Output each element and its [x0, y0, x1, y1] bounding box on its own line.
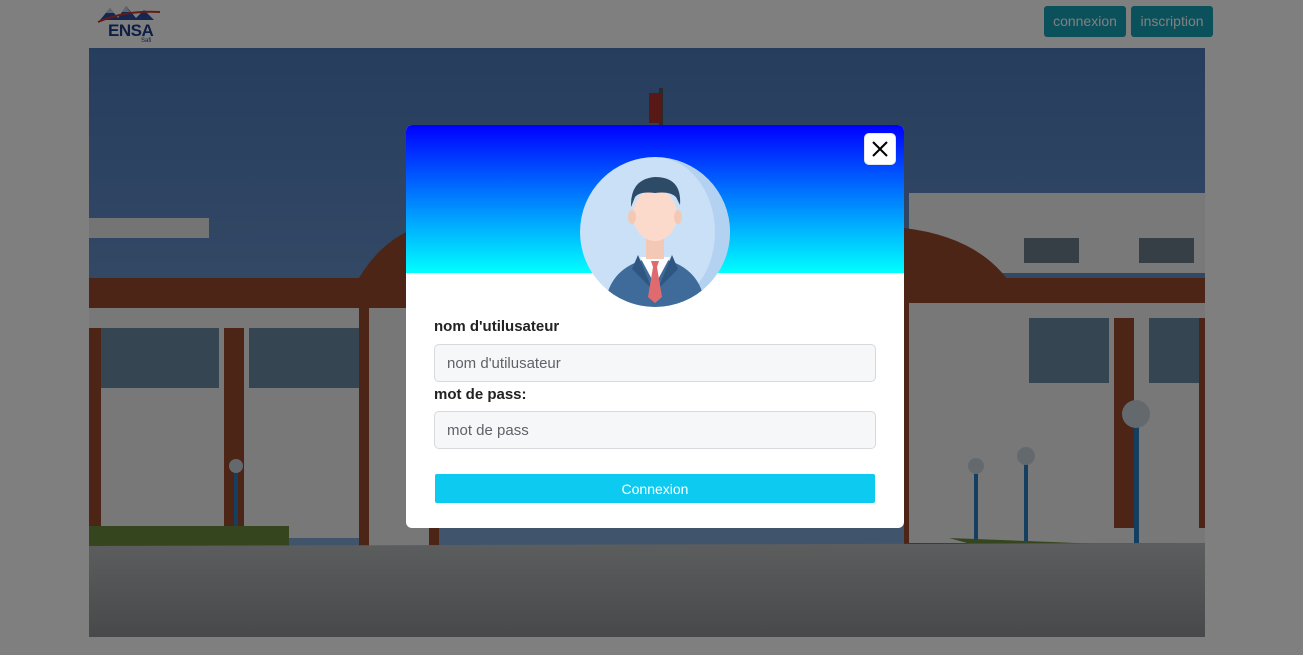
password-label: mot de pass:: [434, 386, 527, 403]
submit-login-button[interactable]: Connexion: [435, 474, 875, 503]
close-icon: [872, 141, 888, 157]
username-input[interactable]: [434, 344, 876, 382]
password-input[interactable]: [434, 411, 876, 449]
close-button[interactable]: [864, 133, 896, 165]
user-avatar-icon: [580, 157, 730, 307]
login-modal: nom d'utilusateur mot de pass: Connexion: [406, 125, 904, 528]
username-label: nom d'utilusateur: [434, 318, 560, 335]
